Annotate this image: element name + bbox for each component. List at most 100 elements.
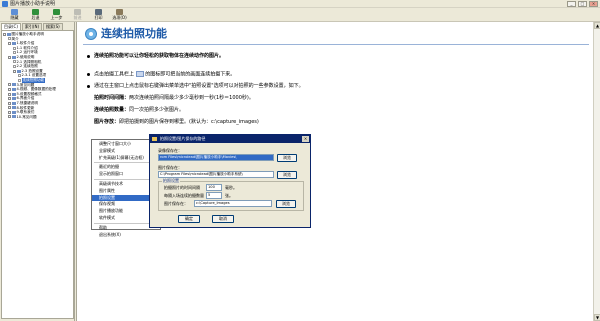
menu-item-label: 保存视频: [99, 201, 115, 207]
expand-icon[interactable]: [8, 92, 11, 96]
menu-item-label: 调整尺寸窗口大小: [99, 141, 131, 146]
bullet-icon: [87, 85, 90, 88]
continuous-shot-icon: [135, 71, 144, 77]
menu-item-label: 扩充高级(1)屏幕(无边框): [99, 154, 144, 160]
video-path-label: 录像保存在：: [158, 148, 182, 153]
save-path-browse-button[interactable]: 浏览: [276, 200, 296, 208]
menu-item-label: 高级调节技术: [99, 180, 123, 186]
cancel-button[interactable]: 取消: [212, 215, 234, 223]
menu-item-label: 退出系统(X): [99, 231, 121, 237]
expand-icon[interactable]: [8, 55, 11, 59]
image-path-label: 图片保存在：: [158, 165, 182, 170]
vertical-scrollbar[interactable]: ▲ ▼: [593, 22, 600, 321]
ok-button[interactable]: 确定: [178, 215, 200, 223]
toolbar-button-3[interactable]: 前进: [67, 8, 88, 22]
image-path-field[interactable]: C:\Program Files\microlead\图片播放小助手系统\: [158, 171, 274, 178]
title-bar: 图片播放小助手说明 _ □ ×: [0, 0, 600, 8]
tab-0[interactable]: 目录(C): [1, 23, 21, 30]
scroll-up-icon[interactable]: ▲: [594, 22, 600, 29]
expand-icon[interactable]: [8, 115, 11, 119]
count-unit: 张。: [225, 193, 233, 198]
tab-1[interactable]: 索引(N): [21, 23, 43, 30]
toolbar-button-label: 选项(O): [112, 15, 127, 20]
maximize-button[interactable]: □: [578, 1, 587, 7]
expand-icon[interactable]: [8, 97, 11, 101]
menu-item-label: 图片播放功能: [99, 208, 123, 214]
toolbar-button-0[interactable]: 隐藏: [4, 8, 25, 22]
left-panel: 目录(C) 索引(N) 搜索(S) 图片播放小助手说明 简介 1.软件介绍 1.1 软件介…: [0, 22, 75, 321]
bullet-icon: [87, 55, 90, 58]
expand-icon[interactable]: [13, 69, 16, 73]
expand-icon[interactable]: [8, 110, 11, 114]
window-title: 图片播放小助手说明: [10, 1, 56, 7]
step1-text: 点击拍摄工具栏上 的图标即可把当前的画面连续拍摄下来。: [94, 71, 236, 78]
toolbar-button-1[interactable]: 后退: [25, 8, 46, 22]
menu-item-label: 帮助: [99, 224, 107, 230]
path-description: 图片存放：即把拍摄到的图片保存到哪里。(默认为：c:\capture_image…: [94, 119, 259, 125]
page-icon: [18, 74, 21, 78]
dialog-title: 拍照设置/图片保存的路径: [160, 136, 206, 141]
dialog-close-button[interactable]: ×: [302, 136, 309, 142]
book-icon: [7, 32, 11, 36]
folder-icon: [152, 137, 157, 141]
menu-item-label: 图片属性: [99, 187, 115, 193]
capture-settings-label: 拍照设置: [162, 178, 180, 183]
book-icon: [12, 87, 16, 91]
save-path-field[interactable]: c:\Capture_Images: [194, 200, 272, 207]
toolbar-button-label: 上一步: [50, 15, 63, 20]
app-icon: [2, 1, 8, 7]
tree-item[interactable]: 10.常见问题: [2, 115, 73, 120]
toolbar-button-label: 前进: [73, 15, 82, 20]
book-icon: [12, 101, 16, 105]
dialog-title-bar: 拍照设置/图片保存的路径 ×: [150, 135, 310, 143]
page-icon: [13, 51, 16, 55]
menu-item[interactable]: 退出系统(X): [92, 232, 160, 239]
toolbar-button-label: 后退: [31, 15, 40, 20]
toolbar-button-label: 隐藏: [10, 15, 19, 20]
book-icon: [12, 115, 16, 119]
intro-text: 连续拍照功能可以让你轻松的获取物体在连续动作的图片。: [94, 53, 225, 59]
menu-item-label: 软件模式: [99, 214, 115, 220]
toolbar-button-2[interactable]: 上一步: [46, 8, 67, 22]
page-icon: [18, 78, 21, 82]
video-path-field[interactable]: rom Files\microlead\图片播放小助手\Movies\: [158, 154, 274, 161]
book-icon: [12, 92, 16, 96]
menu-item-label: 全屏模式: [99, 147, 115, 153]
book-icon: [12, 110, 16, 114]
page-icon: [13, 60, 16, 64]
count-label: 每隔入场连续拍摄数量: [164, 193, 204, 198]
expand-icon[interactable]: [8, 83, 11, 87]
camera-icon: [85, 28, 97, 40]
expand-icon[interactable]: [8, 101, 11, 105]
count-input[interactable]: 5: [206, 192, 222, 199]
book-icon: [12, 55, 16, 59]
page-icon: [13, 64, 16, 68]
scroll-down-icon[interactable]: ▼: [594, 314, 600, 321]
expand-icon[interactable]: [8, 106, 11, 110]
interval-input[interactable]: 100: [206, 184, 222, 191]
toolbar-button-4[interactable]: 打印: [88, 8, 109, 22]
minimize-button[interactable]: _: [567, 1, 576, 7]
save-path-label: 图片保存在：: [164, 201, 188, 206]
video-browse-button[interactable]: 浏览: [277, 154, 297, 162]
interval-label: 拍摄照片的时间间隔: [164, 185, 200, 190]
book-icon: [12, 106, 16, 110]
help-content: 连续拍照功能 连续拍照功能可以让你轻松的获取物体在连续动作的图片。 点击拍摄工具…: [76, 22, 593, 321]
interval-unit: 毫秒。: [225, 185, 237, 190]
close-button[interactable]: ×: [589, 1, 598, 7]
expand-icon[interactable]: [8, 87, 11, 91]
toolbar: 隐藏 后退 上一步 前进 打印 选项(O): [0, 8, 600, 22]
book-icon: [12, 97, 16, 101]
book-icon: [17, 69, 21, 73]
tab-2[interactable]: 搜索(S): [43, 23, 63, 30]
image-browse-button[interactable]: 浏览: [277, 171, 297, 179]
toolbar-button-5[interactable]: 选项(O): [109, 8, 130, 22]
menu-item-label: 最近的拍摄: [99, 164, 119, 170]
menu-item-label: 拍照设置: [99, 194, 115, 200]
expand-icon[interactable]: [8, 41, 11, 45]
interval-description: 拍照时间间隔：两次连续拍照间隔最少多少毫秒到一秒(1秒＝1000秒)。: [94, 95, 254, 101]
count-description: 连续拍照数量：同一次拍照多少张图片。: [94, 107, 185, 113]
bullet-icon: [87, 73, 90, 76]
book-icon: [12, 83, 16, 87]
expand-icon[interactable]: [3, 32, 6, 36]
